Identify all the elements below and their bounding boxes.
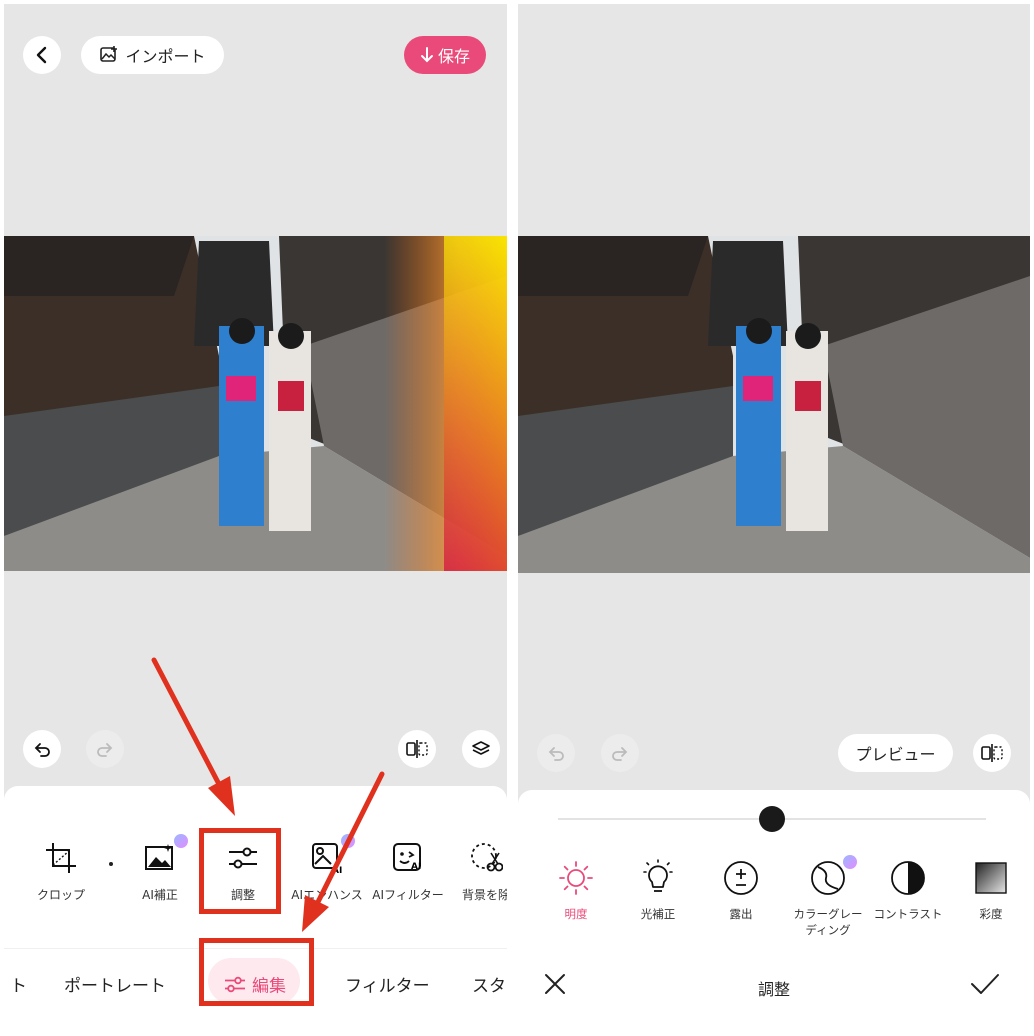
slider-thumb[interactable] bbox=[759, 806, 785, 832]
adjust-label: 明度 bbox=[564, 907, 588, 921]
adjust-saturation[interactable]: 彩度 bbox=[949, 859, 1030, 923]
adjust-contrast[interactable]: コントラスト bbox=[866, 859, 950, 923]
sun-icon bbox=[559, 861, 593, 895]
premium-gem-icon bbox=[843, 855, 857, 869]
photo-canvas[interactable] bbox=[518, 236, 1030, 573]
adjust-light-correction[interactable]: 光補正 bbox=[616, 859, 700, 923]
preview-button[interactable]: プレビュー bbox=[838, 734, 953, 772]
exposure-icon bbox=[724, 861, 758, 895]
redo-icon bbox=[612, 747, 628, 761]
undo-button[interactable] bbox=[537, 734, 575, 772]
adjust-label: 光補正 bbox=[640, 907, 676, 921]
compare-button[interactable] bbox=[973, 734, 1011, 772]
street-photo-image bbox=[518, 236, 1030, 573]
compare-icon bbox=[981, 744, 1003, 762]
adjust-title: 調整 bbox=[757, 980, 790, 999]
contrast-icon bbox=[891, 861, 925, 895]
editor-panel-right: プレビュー 明度 光補正 露出 カラーグレーディング コントラスト 彩度 調整 bbox=[518, 4, 1030, 1032]
adjust-label: 露出 bbox=[729, 907, 753, 921]
saturation-icon bbox=[975, 862, 1007, 894]
color-grading-icon bbox=[811, 861, 845, 895]
adjust-exposure[interactable]: 露出 bbox=[699, 859, 783, 923]
adjust-label: 彩度 bbox=[979, 907, 1003, 921]
adjust-label: コントラスト bbox=[873, 907, 943, 921]
check-icon[interactable] bbox=[970, 972, 1000, 996]
annotation-arrows bbox=[151, 657, 385, 932]
redo-button[interactable] bbox=[601, 734, 639, 772]
adjust-label: カラーグレーディング bbox=[793, 907, 863, 937]
preview-label: プレビュー bbox=[855, 745, 936, 764]
adjust-brightness[interactable]: 明度 bbox=[534, 859, 618, 923]
adjust-color-grading[interactable]: カラーグレーディング bbox=[782, 855, 874, 938]
lightbulb-icon bbox=[643, 859, 673, 892]
undo-icon bbox=[548, 747, 564, 761]
editor-panel-left: インポート 保存 クロップ AI補正 調整 AI AIエンハンス AI AIフィ… bbox=[4, 4, 507, 1032]
